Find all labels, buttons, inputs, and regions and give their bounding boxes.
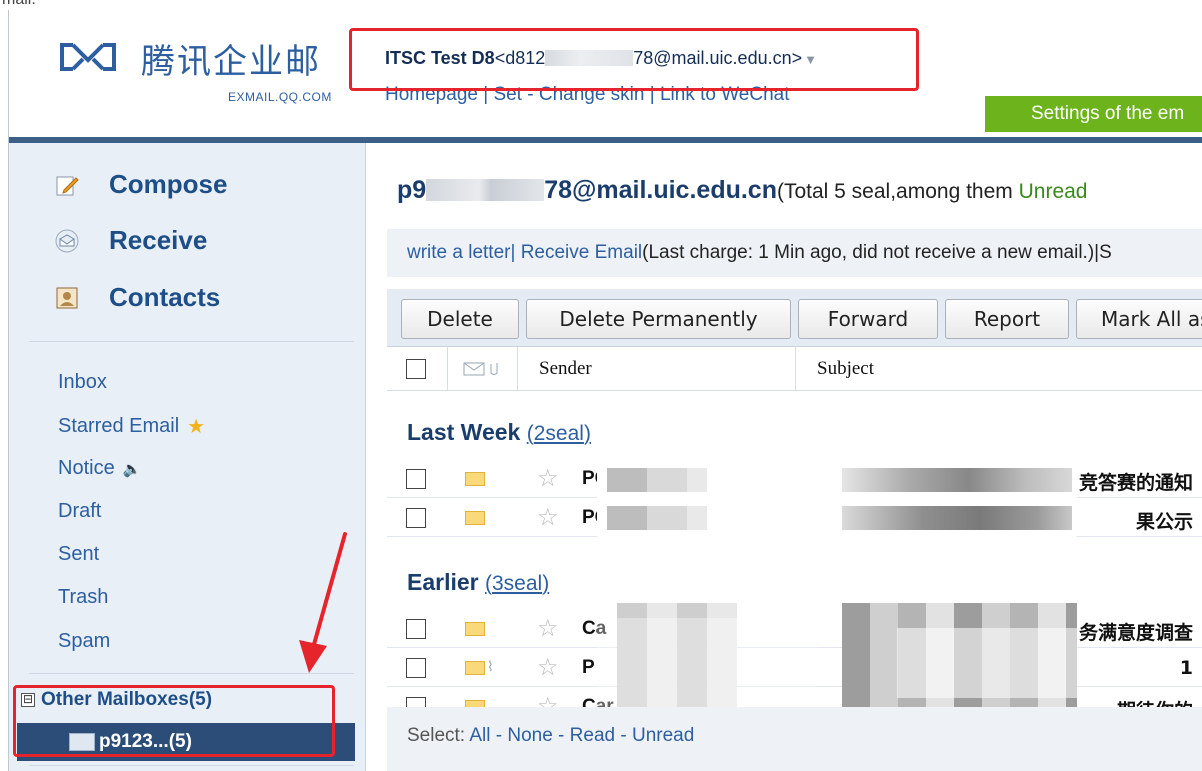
logo[interactable]: 腾讯企业邮 EXMAIL.QQ.COM <box>59 36 359 106</box>
star-icon[interactable]: ☆ <box>537 614 559 643</box>
receive-icon <box>55 229 79 253</box>
top-cutoff-text: mail. <box>0 0 1202 10</box>
write-letter-link[interactable]: write a letter <box>407 242 510 263</box>
redacted-block <box>426 179 545 201</box>
unread-link[interactable]: Unread <box>1019 180 1088 203</box>
star-icon[interactable]: ☆ <box>537 653 559 682</box>
row-checkbox[interactable] <box>406 658 426 678</box>
envelope-icon <box>465 511 485 525</box>
sender-column-header[interactable]: Sender <box>539 358 592 380</box>
folder-trash[interactable]: Trash <box>58 586 108 609</box>
select-unread-link[interactable]: Unread <box>632 725 694 746</box>
receive-label: Receive <box>109 225 208 255</box>
compose-label: Compose <box>109 169 228 199</box>
annotation-box-account <box>349 28 919 91</box>
delete-button[interactable]: Delete <box>401 299 519 339</box>
subject: 竞答赛的通知 <box>1078 472 1193 494</box>
delete-permanently-button[interactable]: Delete Permanently <box>526 299 791 339</box>
compose-icon <box>55 173 79 197</box>
contacts-label: Contacts <box>109 282 221 312</box>
mark-all-button[interactable]: Mark All as <box>1076 299 1202 339</box>
speaker-icon: 🔈 <box>122 460 142 478</box>
column-header: Sender Subject <box>387 347 1202 391</box>
subject: 务满意度调查 <box>1078 622 1193 644</box>
divider <box>29 341 354 342</box>
row-checkbox[interactable] <box>406 508 426 528</box>
star-icon: ★ <box>187 416 206 438</box>
report-button[interactable]: Report <box>945 299 1069 339</box>
receive-status: (Last charge: 1 Min ago, did not receive… <box>642 242 1112 263</box>
folder-notice[interactable]: Notice 🔈 <box>58 457 141 480</box>
logo-name: 腾讯企业邮 <box>141 42 321 82</box>
star-icon[interactable]: ☆ <box>537 464 559 493</box>
star-icon[interactable]: ☆ <box>537 503 559 532</box>
logo-domain: EXMAIL.QQ.COM <box>228 90 332 104</box>
settings-banner[interactable]: Settings of the em <box>985 96 1202 132</box>
receive-email-link[interactable]: | Receive Email <box>510 242 642 263</box>
select-read-link[interactable]: Read <box>570 725 615 746</box>
forward-button[interactable]: Forward <box>798 299 938 339</box>
annotation-box-other-mailboxes <box>13 685 335 757</box>
folder-sent[interactable]: Sent <box>58 543 99 566</box>
contacts-icon <box>55 286 79 310</box>
folder-draft[interactable]: Draft <box>58 500 101 523</box>
divider <box>29 765 354 766</box>
action-bar: write a letter| Receive Email(Last charg… <box>387 229 1202 277</box>
group-last-week: Last Week (2seal) <box>407 419 591 445</box>
folder-inbox[interactable]: Inbox <box>58 371 107 394</box>
subject: 1 <box>1179 657 1193 679</box>
folder-starred[interactable]: Starred Email ★ <box>58 414 205 439</box>
main-panel: p9 78@mail.uic.edu.cn(Total 5 seal,among … <box>367 143 1202 771</box>
annotation-arrow-icon <box>299 532 347 673</box>
envelope-icon <box>465 622 485 636</box>
mail-window: 腾讯企业邮 EXMAIL.QQ.COM ITSC Test D8<d812 78@… <box>8 10 1202 771</box>
contacts-button[interactable]: Contacts <box>55 282 220 313</box>
row-checkbox[interactable] <box>406 619 426 639</box>
mailbox-title: p9 78@mail.uic.edu.cn(Total 5 seal,among … <box>397 176 1088 204</box>
compose-button[interactable]: Compose <box>55 169 227 200</box>
group-count-link[interactable]: (3seal) <box>485 572 549 595</box>
toolbar: Delete Delete Permanently Forward Report… <box>387 289 1202 347</box>
subject: 果公示 <box>1135 511 1193 533</box>
group-count-link[interactable]: (2seal) <box>527 422 591 445</box>
envelope-clip-icon <box>463 362 498 376</box>
envelope-icon <box>465 661 485 675</box>
select-all-checkbox[interactable] <box>406 359 426 379</box>
logo-mark-icon <box>60 43 116 71</box>
subject-column-header[interactable]: Subject <box>817 358 874 380</box>
select-none-link[interactable]: None <box>507 725 552 746</box>
select-all-link[interactable]: All <box>469 725 490 746</box>
attachment-icon: ⌇ <box>487 658 494 674</box>
group-earlier: Earlier (3seal) <box>407 569 550 595</box>
sidebar: Compose Receive Contacts Inbox Starred E… <box>9 143 366 771</box>
folder-spam[interactable]: Spam <box>58 630 110 653</box>
row-checkbox[interactable] <box>406 469 426 489</box>
receive-button[interactable]: Receive <box>55 225 207 256</box>
sender: P <box>582 657 595 678</box>
envelope-icon <box>465 472 485 486</box>
select-controls: Select: All - None - Read - Unread <box>407 725 695 746</box>
privacy-mosaic <box>597 443 1077 723</box>
